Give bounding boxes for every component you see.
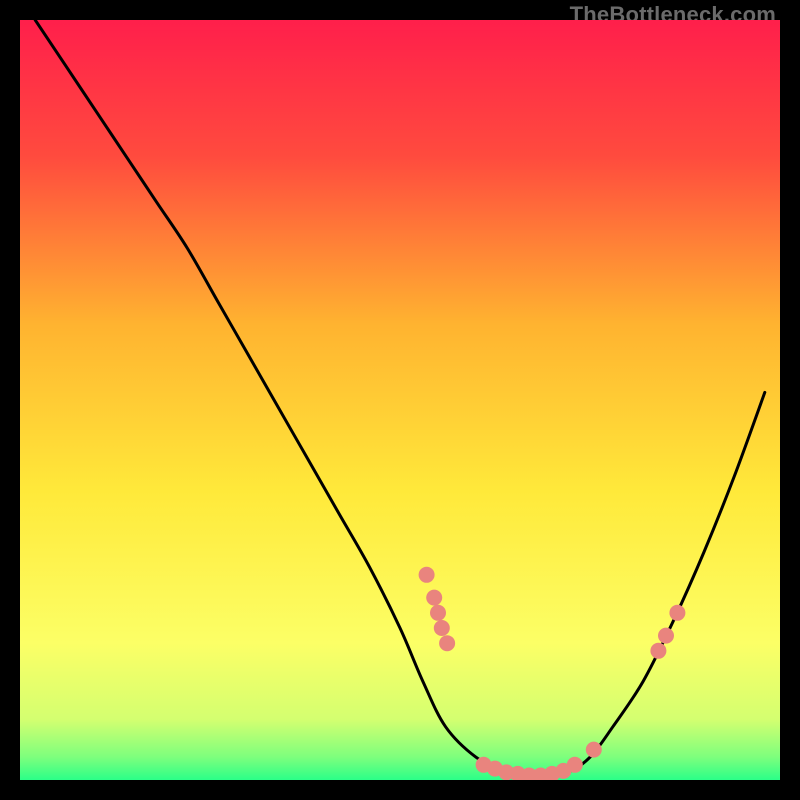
data-marker — [586, 742, 602, 758]
data-marker — [434, 620, 450, 636]
data-marker — [439, 635, 455, 651]
data-marker — [419, 567, 435, 583]
chart-background-gradient — [20, 20, 780, 780]
data-marker — [669, 605, 685, 621]
chart-frame — [20, 20, 780, 780]
data-marker — [430, 605, 446, 621]
bottleneck-chart — [20, 20, 780, 780]
data-marker — [567, 757, 583, 773]
data-marker — [426, 590, 442, 606]
data-marker — [650, 643, 666, 659]
data-marker — [658, 628, 674, 644]
